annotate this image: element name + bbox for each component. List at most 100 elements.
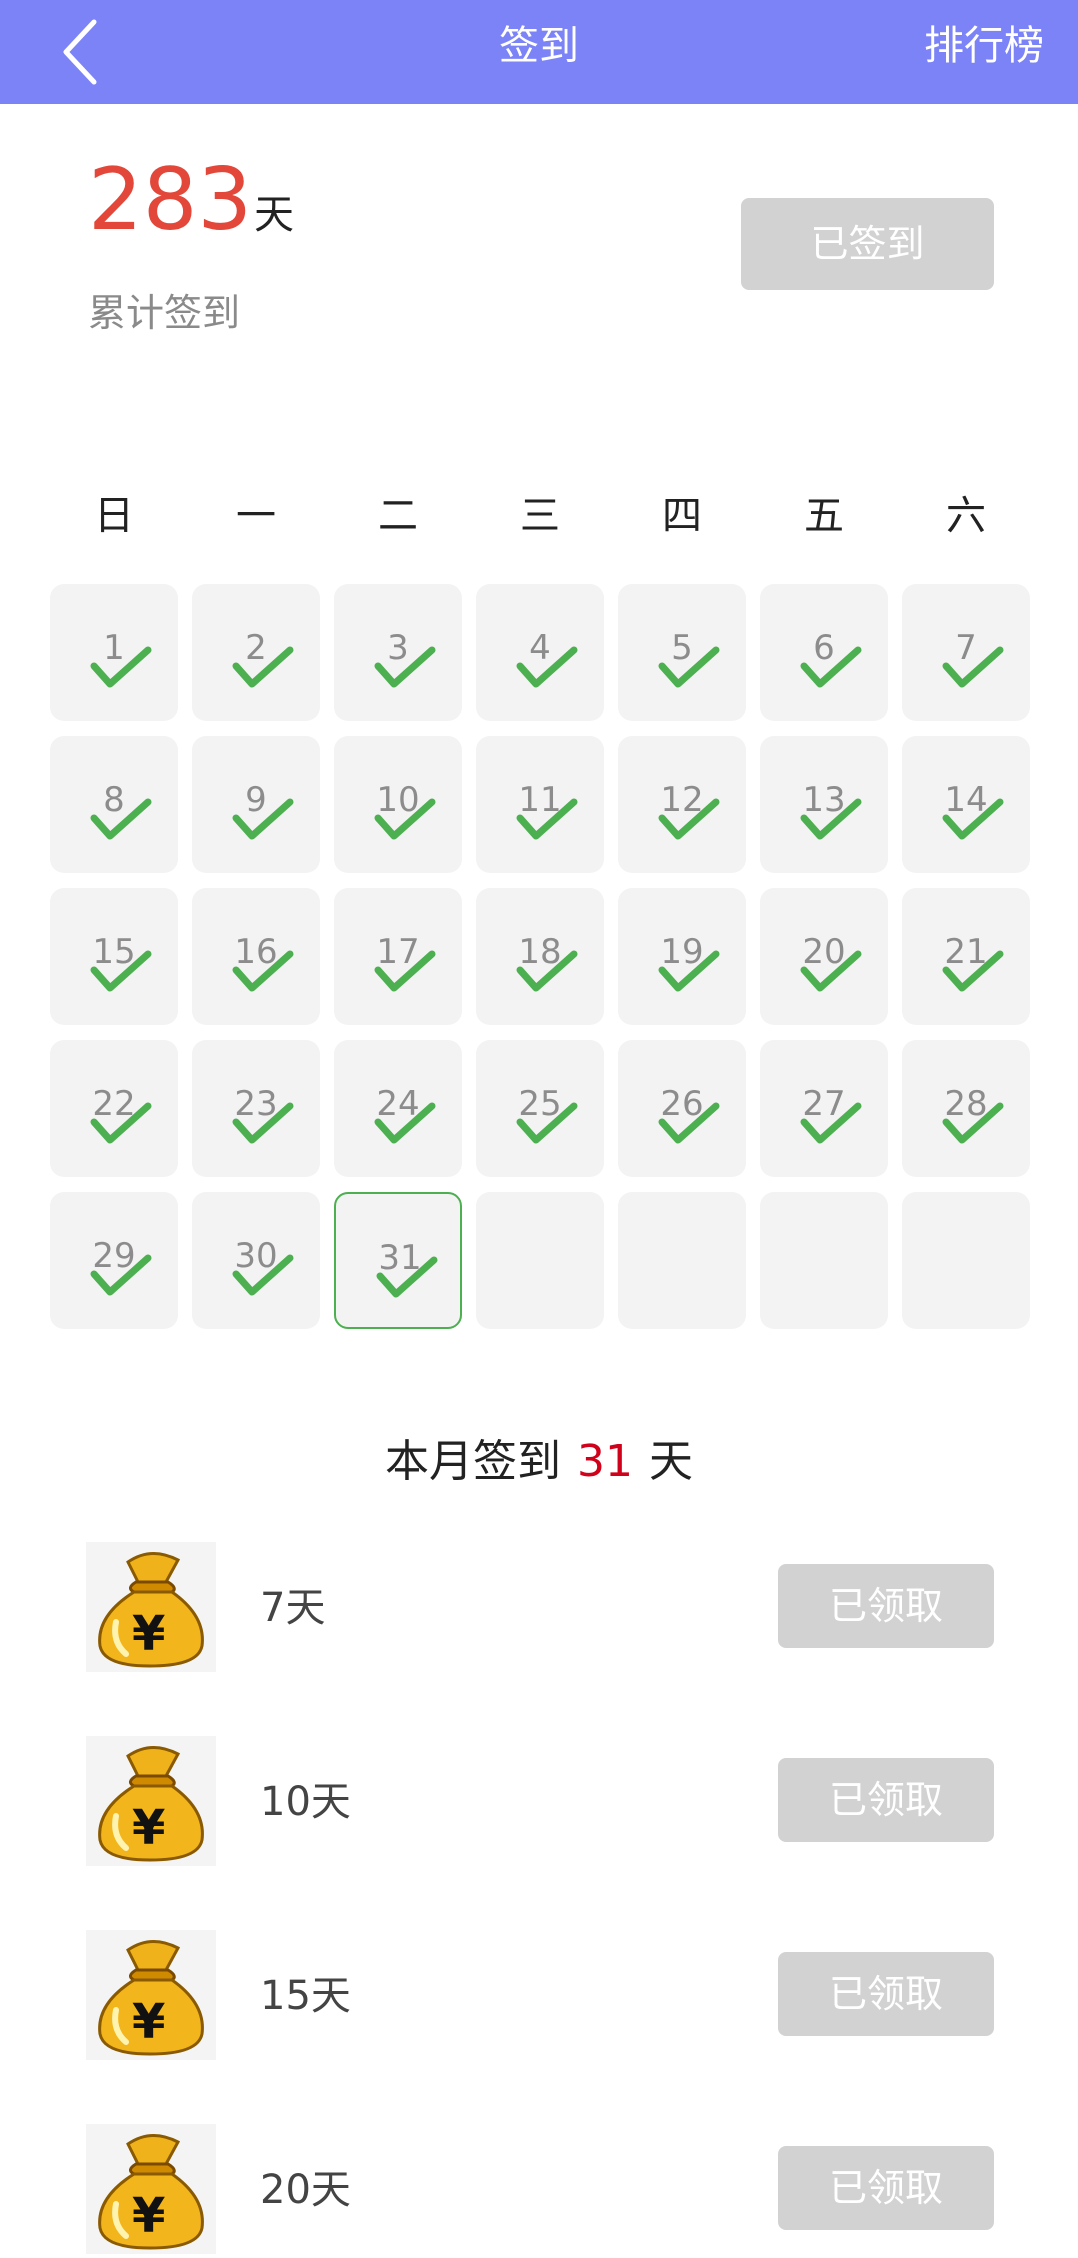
weekday-label: 五 (804, 493, 844, 539)
money-bag-icon: ¥ (86, 1930, 216, 2060)
reward-row: ¥7天 已领取 (86, 1542, 994, 1672)
money-bag-icon: ¥ (86, 2124, 216, 2254)
calendar-empty-cell (760, 1192, 888, 1329)
claimed-button[interactable]: 已领取 (778, 1952, 994, 2036)
calendar-day-12[interactable]: 12 (618, 736, 746, 873)
check-icon (942, 1098, 1004, 1148)
check-icon (376, 1252, 438, 1302)
check-icon (800, 642, 862, 692)
calendar-day-5[interactable]: 5 (618, 584, 746, 721)
calendar-day-17[interactable]: 17 (334, 888, 462, 1025)
page-title: 签到 (499, 23, 579, 69)
calendar-day-10[interactable]: 10 (334, 736, 462, 873)
check-icon (800, 1098, 862, 1148)
money-bag-icon: ¥ (86, 1542, 216, 1672)
calendar-day-14[interactable]: 14 (902, 736, 1030, 873)
check-icon (516, 794, 578, 844)
check-icon (658, 1098, 720, 1148)
claimed-button[interactable]: 已领取 (778, 1564, 994, 1648)
month-summary: 本月签到 31 天 (0, 1432, 1078, 1492)
calendar-empty-cell (902, 1192, 1030, 1329)
svg-text:¥: ¥ (132, 1606, 165, 1662)
signed-in-button[interactable]: 已签到 (741, 198, 994, 290)
total-signin-days: 283 (88, 150, 253, 250)
reward-label: 10天 (260, 1779, 351, 1825)
svg-text:¥: ¥ (132, 1994, 165, 2050)
check-icon (942, 794, 1004, 844)
calendar-day-23[interactable]: 23 (192, 1040, 320, 1177)
check-icon (232, 1250, 294, 1300)
check-icon (90, 642, 152, 692)
check-icon (516, 946, 578, 996)
calendar-day-1[interactable]: 1 (50, 584, 178, 721)
calendar-day-30[interactable]: 30 (192, 1192, 320, 1329)
calendar-day-8[interactable]: 8 (50, 736, 178, 873)
reward-row: ¥15天 已领取 (86, 1930, 994, 2060)
calendar-day-28[interactable]: 28 (902, 1040, 1030, 1177)
calendar-day-31[interactable]: 31 (334, 1192, 462, 1329)
calendar-day-20[interactable]: 20 (760, 888, 888, 1025)
calendar-day-25[interactable]: 25 (476, 1040, 604, 1177)
reward-label: 7天 (260, 1585, 326, 1631)
calendar-day-4[interactable]: 4 (476, 584, 604, 721)
top-bar: 签到 排行榜 (0, 0, 1078, 104)
calendar-day-11[interactable]: 11 (476, 736, 604, 873)
calendar-day-26[interactable]: 26 (618, 1040, 746, 1177)
ranking-link[interactable]: 排行榜 (924, 0, 1044, 104)
calendar-day-22[interactable]: 22 (50, 1040, 178, 1177)
calendar-day-18[interactable]: 18 (476, 888, 604, 1025)
weekday-label: 日 (94, 493, 134, 539)
reward-row: ¥10天 已领取 (86, 1736, 994, 1866)
calendar-day-21[interactable]: 21 (902, 888, 1030, 1025)
reward-row: ¥20天 已领取 (86, 2124, 994, 2254)
calendar-day-16[interactable]: 16 (192, 888, 320, 1025)
calendar-day-6[interactable]: 6 (760, 584, 888, 721)
calendar-day-15[interactable]: 15 (50, 888, 178, 1025)
check-icon (232, 1098, 294, 1148)
calendar-day-9[interactable]: 9 (192, 736, 320, 873)
check-icon (90, 1250, 152, 1300)
calendar-day-19[interactable]: 19 (618, 888, 746, 1025)
weekday-label: 二 (378, 493, 418, 539)
check-icon (658, 946, 720, 996)
claimed-button[interactable]: 已领取 (778, 2146, 994, 2230)
month-signin-count: 31 (577, 1436, 633, 1487)
check-icon (800, 946, 862, 996)
check-icon (90, 946, 152, 996)
calendar-empty-cell (618, 1192, 746, 1329)
total-days-unit: 天 (254, 192, 294, 238)
month-summary-prefix: 本月签到 (385, 1436, 561, 1487)
calendar-day-24[interactable]: 24 (334, 1040, 462, 1177)
check-icon (374, 642, 436, 692)
total-signin-label: 累计签到 (88, 291, 241, 335)
calendar-day-29[interactable]: 29 (50, 1192, 178, 1329)
reward-label: 20天 (260, 2167, 351, 2213)
calendar-day-13[interactable]: 13 (760, 736, 888, 873)
check-icon (232, 794, 294, 844)
weekday-label: 六 (946, 493, 986, 539)
calendar-grid: 1 2 3 4 5 6 7 8 9 10 11 12 13 14 15 16 17 18 19 20 21 22 23 24 2… (50, 584, 1030, 1330)
svg-text:¥: ¥ (132, 2188, 165, 2244)
svg-text:¥: ¥ (132, 1800, 165, 1856)
claimed-button[interactable]: 已领取 (778, 1758, 994, 1842)
calendar-day-7[interactable]: 7 (902, 584, 1030, 721)
check-icon (232, 642, 294, 692)
calendar-day-3[interactable]: 3 (334, 584, 462, 721)
reward-label: 15天 (260, 1973, 351, 2019)
calendar-day-27[interactable]: 27 (760, 1040, 888, 1177)
weekday-header: 日一二三四五六 (50, 486, 1030, 546)
check-icon (516, 642, 578, 692)
calendar-day-2[interactable]: 2 (192, 584, 320, 721)
money-bag-icon: ¥ (86, 1736, 216, 1866)
calendar-empty-cell (476, 1192, 604, 1329)
check-icon (374, 1098, 436, 1148)
check-icon (90, 1098, 152, 1148)
check-icon (942, 642, 1004, 692)
weekday-label: 三 (520, 493, 560, 539)
check-icon (516, 1098, 578, 1148)
month-summary-suffix: 天 (649, 1436, 693, 1487)
check-icon (374, 946, 436, 996)
check-icon (232, 946, 294, 996)
check-icon (658, 642, 720, 692)
check-icon (942, 946, 1004, 996)
